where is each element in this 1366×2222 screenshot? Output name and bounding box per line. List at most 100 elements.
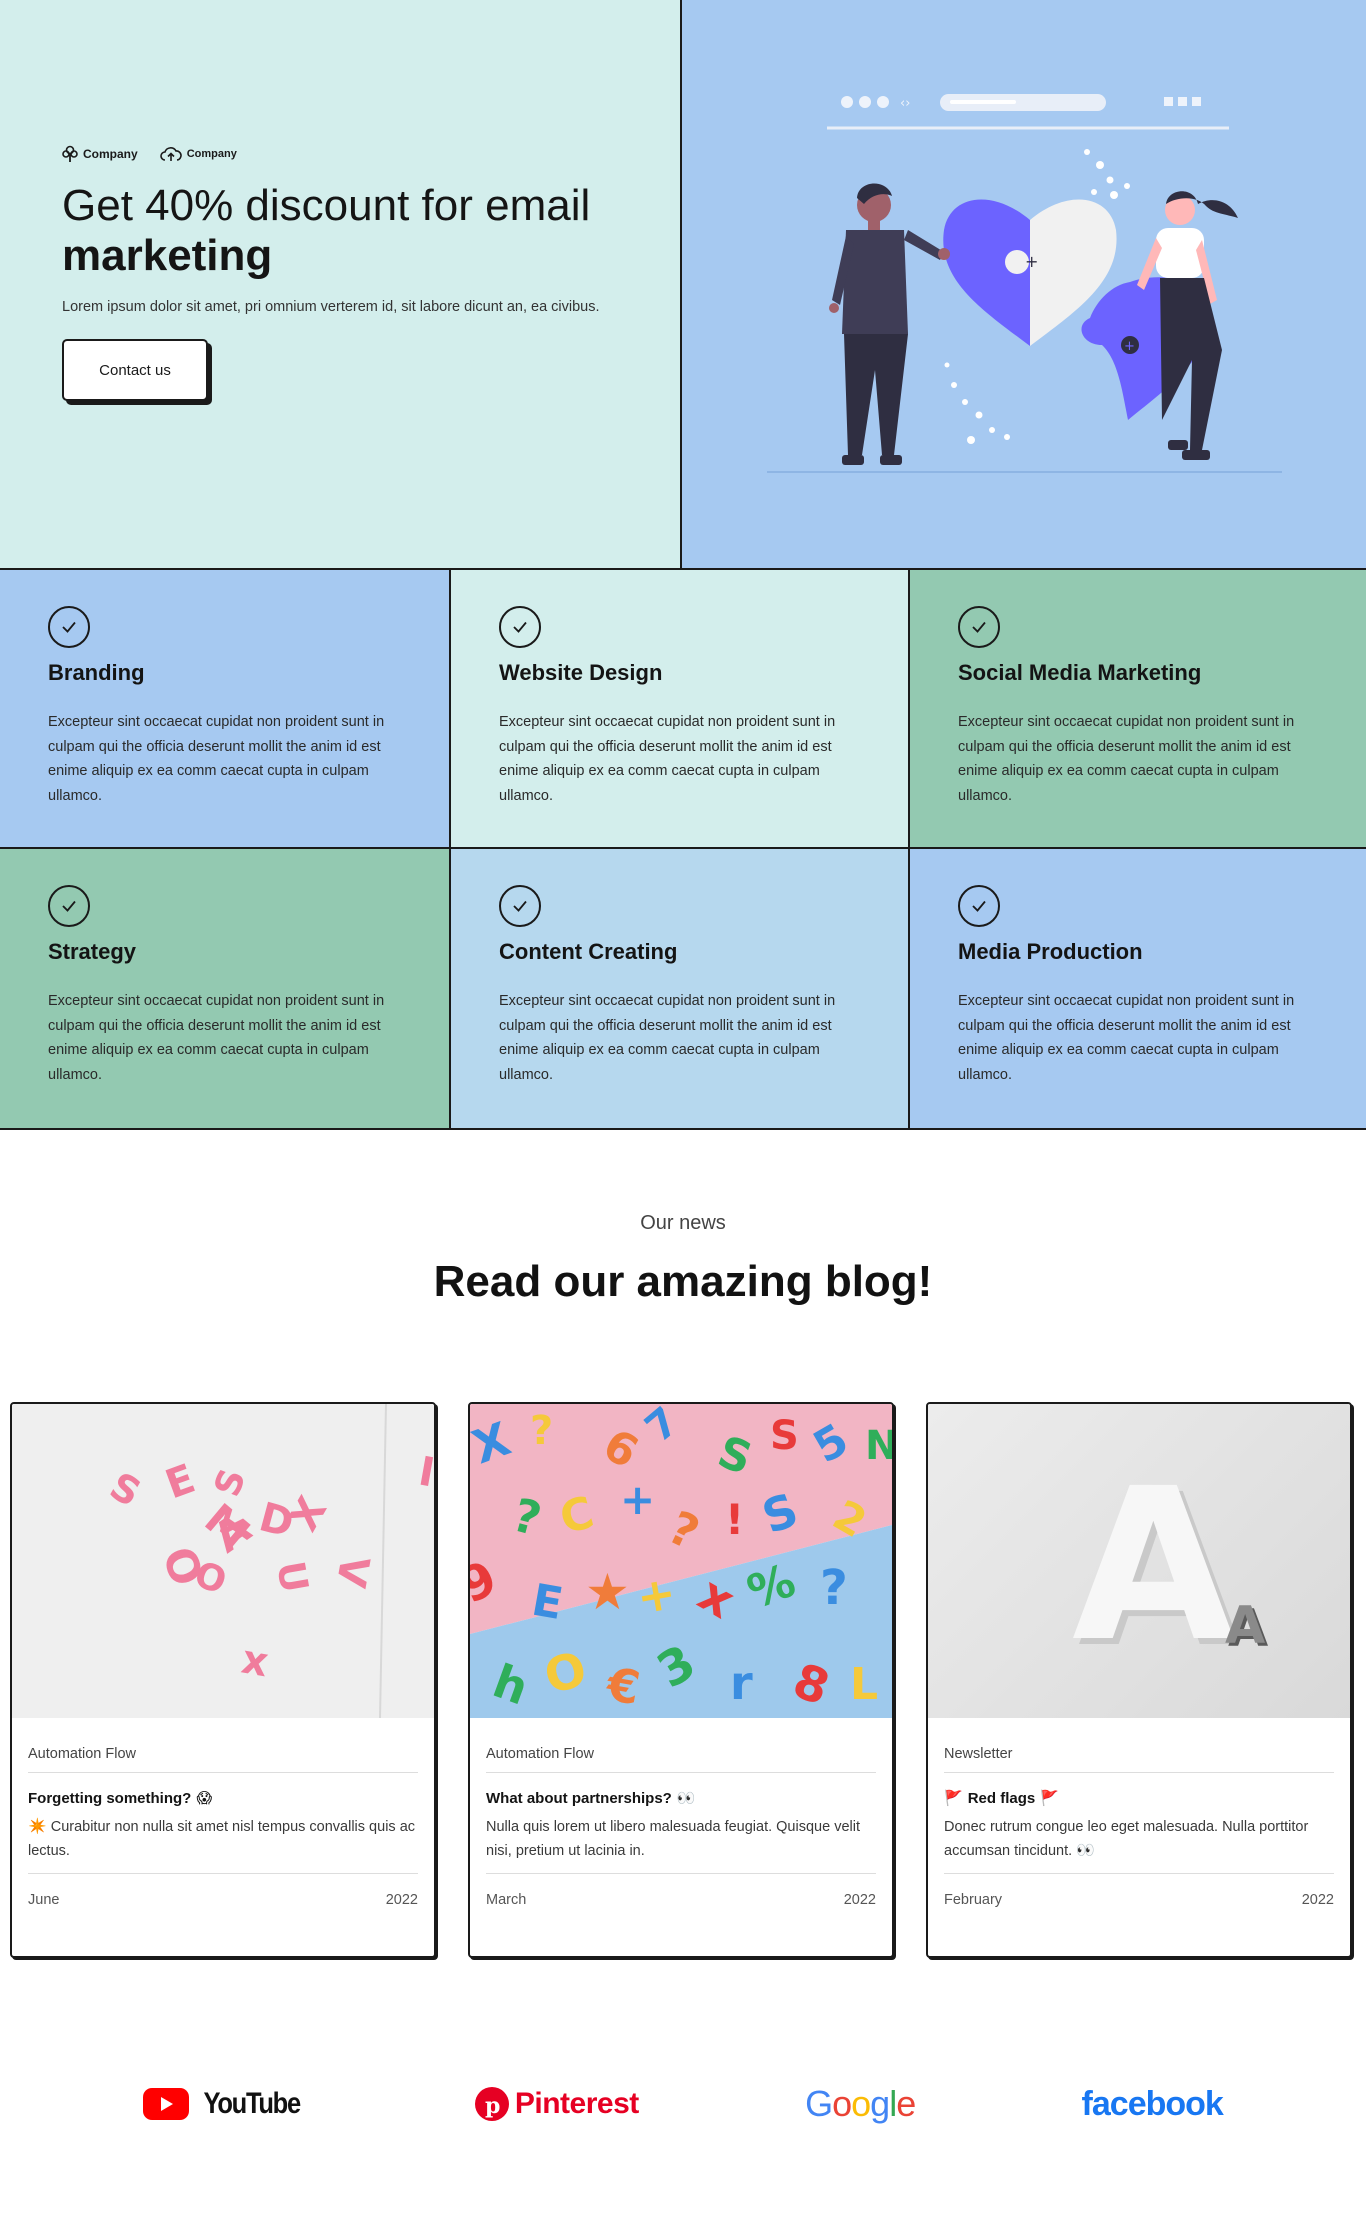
pinterest-icon: p — [474, 2087, 509, 2121]
red-flag-emoji-icon: 🚩 — [1040, 1790, 1059, 1807]
blog-card-body: Automation Flow What about partnerships?… — [470, 1718, 892, 1908]
service-text: Excepteur sint occaecat cupidat non proi… — [499, 993, 836, 1083]
svg-text:‹›: ‹› — [900, 96, 910, 111]
service-text: Excepteur sint occaecat cupidat non proi… — [958, 993, 1295, 1083]
service-card-social-media-marketing: Social Media Marketing Excepteur sint oc… — [910, 570, 1366, 849]
service-title: Media Production — [958, 939, 1143, 964]
red-flag-emoji-icon: 🚩 — [944, 1790, 963, 1807]
blog-card-image-letter-a: A A A A — [928, 1404, 1350, 1718]
service-text: Excepteur sint occaecat cupidat non proi… — [958, 714, 1295, 804]
google-letter: G — [805, 2083, 833, 2124]
hero-title-line2: marketing — [62, 231, 273, 280]
blog-card-text-content: Curabitur non nulla sit amet nisl tempus… — [28, 1819, 416, 1859]
svg-text:A: A — [1072, 1443, 1235, 1688]
company-logo-tree: Company — [62, 145, 138, 163]
check-circle-icon — [48, 606, 90, 648]
google-letter: o — [832, 2083, 852, 2124]
svg-text:I: I — [415, 1449, 434, 1497]
svg-text:S: S — [207, 1464, 254, 1502]
blog-card-text: ✴️ Curabitur non nulla sit amet nisl tem… — [28, 1815, 418, 1874]
blog-card-text-content: Nulla quis lorem ut libero malesuada feu… — [486, 1819, 860, 1859]
eight-pointed-star-emoji-icon: ✴️ — [28, 1818, 47, 1835]
blog-card-month: March — [486, 1892, 527, 1908]
service-title: Social Media Marketing — [958, 660, 1202, 685]
blog-card-meta: March 2022 — [486, 1892, 876, 1908]
svg-text:N: N — [865, 1423, 892, 1469]
screaming-face-emoji-icon: 😱 — [196, 1790, 212, 1807]
blog-card-text-content: Donec rutrum congue leo eget malesuada. … — [944, 1819, 1309, 1859]
youtube-logo[interactable]: YouTube — [143, 2087, 308, 2121]
youtube-play-icon — [143, 2088, 190, 2120]
hero-left-panel: Company Company Get 40% discount for ema… — [0, 0, 682, 568]
blog-card[interactable]: A A A A Newsletter 🚩 Red flags 🚩 Donec r… — [926, 1402, 1352, 1958]
blog-card-category: Automation Flow — [28, 1746, 418, 1773]
blog-card-title-text: Forgetting something? — [28, 1789, 192, 1807]
pinterest-logo[interactable]: p Pinterest — [474, 2087, 639, 2121]
check-circle-icon — [958, 885, 1000, 927]
company-logo-label: Company — [186, 148, 237, 160]
svg-text:S: S — [103, 1464, 149, 1516]
service-card-branding: Branding Excepteur sint occaecat cupidat… — [0, 570, 451, 849]
svg-text:+: + — [1025, 252, 1038, 271]
facebook-logo[interactable]: facebook — [1081, 2084, 1224, 2124]
cloud-upload-icon — [159, 147, 182, 161]
facebook-wordmark: facebook — [1081, 2084, 1224, 2123]
service-title: Content Creating — [499, 939, 678, 964]
google-logo[interactable]: Google — [805, 2083, 916, 2125]
hero-illustration-panel: ‹› + + — [682, 0, 1366, 568]
company-logo-label: Company — [83, 147, 138, 161]
brand-logos: YouTube p Pinterest Google facebook — [0, 1958, 1366, 2215]
services-grid: Branding Excepteur sint occaecat cupidat… — [0, 570, 1366, 1130]
blog-header: Our news Read our amazing blog! — [0, 1130, 1366, 1307]
blog-card[interactable]: X ? 6 7 S S 5 N ? C + ? ! S 2 — [468, 1402, 894, 1958]
blog-card-image-pink-letters: S E M O A D U X V S O x I — [12, 1404, 434, 1718]
blog-card[interactable]: S E M O A D U X V S O x I Automation Flo… — [10, 1402, 436, 1958]
blog-card-title[interactable]: What about partnerships? 👀 — [486, 1789, 876, 1808]
blog-card-month: February — [944, 1892, 1003, 1908]
blog-card-year: 2022 — [843, 1892, 876, 1908]
svg-text:V: V — [327, 1552, 378, 1591]
blog-card-title[interactable]: Forgetting something? 😱 — [28, 1789, 418, 1808]
service-text: Excepteur sint occaecat cupidat non proi… — [48, 993, 385, 1083]
check-circle-icon — [48, 885, 90, 927]
blog-card-body: Automation Flow Forgetting something? 😱 … — [12, 1718, 434, 1908]
service-card-website-design: Website Design Excepteur sint occaecat c… — [451, 570, 910, 849]
blog-card-title[interactable]: 🚩 Red flags 🚩 — [944, 1789, 1334, 1808]
blog-card-category: Automation Flow — [486, 1746, 876, 1773]
google-letter: e — [896, 2083, 916, 2124]
tree-icon — [62, 145, 78, 162]
blog-card-title-text: Red flags — [967, 1789, 1036, 1807]
blog-card-meta: February 2022 — [944, 1892, 1334, 1908]
svg-text:S: S — [770, 1413, 799, 1459]
svg-text:U: U — [268, 1558, 317, 1596]
blog-title: Read our amazing blog! — [433, 1257, 933, 1306]
blog-card-image-colorful-symbols: X ? 6 7 S S 5 N ? C + ? ! S 2 — [470, 1404, 892, 1718]
svg-text:+: + — [620, 1475, 655, 1524]
check-circle-icon — [499, 885, 541, 927]
svg-text:r: r — [730, 1656, 753, 1710]
youtube-wordmark: YouTube — [203, 2087, 302, 2120]
check-circle-icon — [499, 606, 541, 648]
blog-section: Our news Read our amazing blog! S E M O … — [0, 1130, 1366, 1958]
svg-text:A: A — [1225, 1596, 1265, 1656]
hero-section: Company Company Get 40% discount for ema… — [0, 0, 1366, 570]
service-text: Excepteur sint occaecat cupidat non proi… — [499, 714, 836, 804]
google-letter: o — [851, 2083, 871, 2124]
svg-text:p: p — [485, 2093, 500, 2119]
svg-text:E: E — [160, 1456, 201, 1509]
company-logo-cloud: Company — [159, 146, 237, 162]
check-circle-icon — [958, 606, 1000, 648]
service-title: Website Design — [499, 660, 663, 685]
blog-card-year: 2022 — [1301, 1892, 1334, 1908]
hero-title-line1: Get 40% discount for email — [62, 181, 591, 230]
blog-card-year: 2022 — [385, 1892, 418, 1908]
partnership-illustration: ‹› + + — [767, 94, 1282, 473]
blog-card-body: Newsletter 🚩 Red flags 🚩 Donec rutrum co… — [928, 1718, 1350, 1908]
service-title: Strategy — [48, 939, 137, 964]
blog-card-month: June — [28, 1892, 60, 1908]
svg-text:L: L — [850, 1659, 878, 1710]
service-text: Excepteur sint occaecat cupidat non proi… — [48, 714, 385, 804]
hero-title: Get 40% discount for email marketing — [62, 181, 618, 281]
svg-text:+: + — [1124, 339, 1135, 354]
contact-us-button[interactable]: Contact us — [62, 339, 208, 401]
